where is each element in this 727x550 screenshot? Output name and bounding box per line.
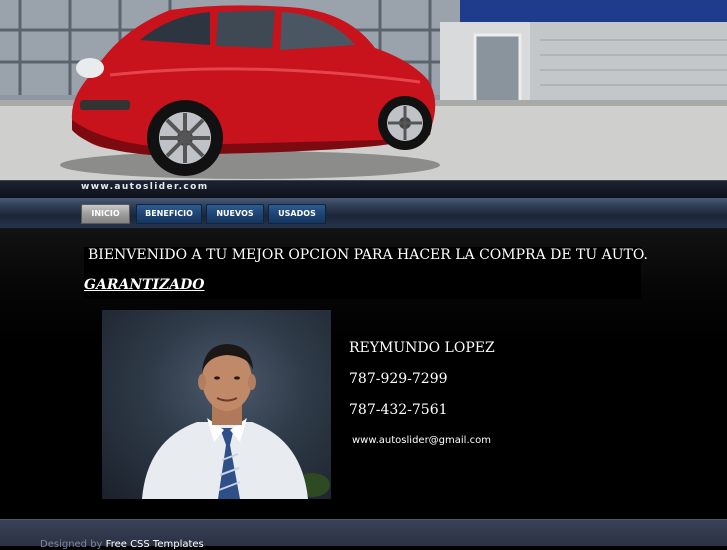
header-car-photo: [0, 0, 727, 180]
contact-email: www.autoslider@gmail.com: [352, 435, 491, 446]
welcome-heading: BIENVENIDO A TU MEJOR OPCION PARA HACER …: [88, 247, 648, 263]
tab-inicio[interactable]: INICIO: [81, 204, 130, 224]
salesman-portrait: [142, 344, 330, 499]
guarantee-heading: GARANTIZADO: [84, 277, 205, 293]
main-content: BIENVENIDO A TU MEJOR OPCION PARA HACER …: [0, 229, 727, 519]
contact-phone-1: 787-929-7299: [349, 371, 448, 387]
salesman-photo: [102, 310, 331, 499]
tab-nuevos[interactable]: NUEVOS: [206, 204, 264, 224]
contact-phone-2: 787-432-7561: [349, 402, 448, 418]
welcome-panel: BIENVENIDO A TU MEJOR OPCION PARA HACER …: [84, 247, 648, 299]
site-url-bar: www.autoslider.com: [0, 180, 727, 198]
footer: Designed by Free CSS Templates: [0, 519, 727, 550]
contact-name: REYMUNDO LOPEZ: [349, 340, 495, 356]
car-photo-illustration: [0, 0, 727, 180]
tab-usados[interactable]: USADOS: [268, 204, 326, 224]
tab-beneficio[interactable]: BENEFICIO: [136, 204, 202, 224]
site-url: www.autoslider.com: [81, 182, 209, 192]
main-nav: INICIO BENEFICIO NUEVOS USADOS: [0, 198, 727, 229]
